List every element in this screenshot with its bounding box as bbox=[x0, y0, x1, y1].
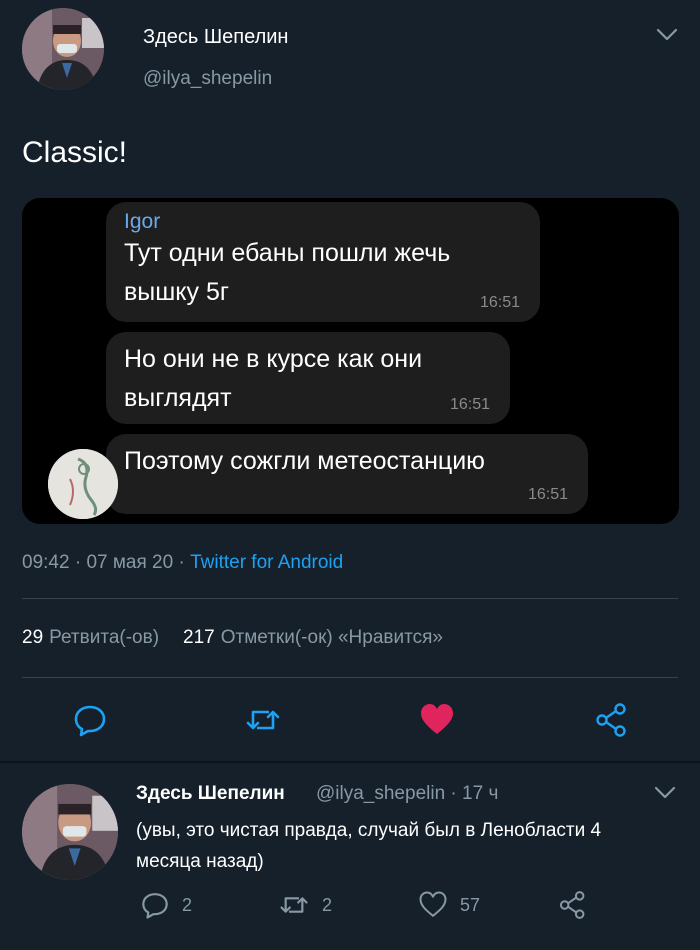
reply-like-button[interactable]: 57 bbox=[418, 890, 480, 920]
chat-line: вышку 5г bbox=[124, 278, 229, 306]
chat-line: Но они не в курсе как они bbox=[124, 345, 423, 373]
chat-bubble-2: Но они не в курсе как они выглядят 16:51 bbox=[106, 332, 510, 424]
reply-retweet-count: 2 bbox=[322, 894, 333, 915]
reply-icon bbox=[142, 893, 168, 919]
chat-time: 16:51 bbox=[449, 396, 490, 413]
retweets-count[interactable]: 29 bbox=[22, 627, 43, 648]
reply-text: (увы, это чистая правда, случай был в Ле… bbox=[136, 820, 602, 872]
divider bbox=[22, 598, 678, 599]
retweets-label[interactable]: Ретвита(-ов) bbox=[49, 627, 159, 648]
tweet-media-image[interactable]: Igor Тут одни ебаны пошли жечь вышку 5г … bbox=[22, 198, 679, 524]
chat-bubble-3: Поэтому сожгли метеостанцию 16:51 bbox=[106, 434, 588, 514]
reply-retweet-button[interactable]: 2 bbox=[278, 890, 332, 920]
chat-avatar bbox=[48, 449, 118, 519]
retweet-icon[interactable] bbox=[245, 702, 281, 738]
share-icon[interactable] bbox=[594, 702, 630, 738]
chat-line: Тут одни ебаны пошли жечь bbox=[124, 239, 451, 267]
reply-reply-button[interactable]: 2 bbox=[140, 890, 192, 920]
tweet-date: 07 мая 20 bbox=[86, 552, 174, 573]
chevron-down-icon[interactable] bbox=[656, 28, 678, 42]
share-icon bbox=[559, 891, 585, 919]
reply-author-name[interactable]: Здесь Шепелин bbox=[136, 783, 285, 805]
reply-author-avatar[interactable] bbox=[22, 784, 118, 880]
likes-label[interactable]: Отметки(-ок) «Нравится» bbox=[221, 627, 443, 648]
chat-sender: Igor bbox=[124, 210, 161, 233]
tweet-text: Classic! bbox=[22, 136, 128, 169]
tweet-source-link[interactable]: Twitter for Android bbox=[190, 552, 343, 573]
chat-time: 16:51 bbox=[527, 486, 568, 503]
chat-line: выглядят bbox=[124, 384, 232, 412]
author-avatar[interactable] bbox=[22, 8, 104, 90]
like-icon[interactable] bbox=[419, 702, 455, 738]
chat-time: 16:51 bbox=[479, 294, 520, 311]
chat-line: Поэтому сожгли метеостанцию bbox=[124, 447, 485, 475]
tweet-time: 09:42 bbox=[22, 552, 70, 573]
heart-outline-icon bbox=[419, 891, 447, 917]
author-name[interactable]: Здесь Шепелин bbox=[143, 26, 288, 49]
reply-icon[interactable] bbox=[72, 702, 108, 738]
tweet-stats: 29 Ретвита(-ов) 217 Отметки(-ок) «Нравится» bbox=[22, 627, 443, 649]
chevron-down-icon[interactable] bbox=[654, 786, 676, 800]
divider bbox=[22, 677, 678, 678]
tweet-meta: 09:42 · 07 мая 20 · Twitter for Android bbox=[22, 552, 344, 573]
reply-share-button[interactable] bbox=[558, 890, 588, 920]
chat-bubble-1: Igor Тут одни ебаны пошли жечь вышку 5г … bbox=[106, 202, 540, 322]
reply-like-count: 57 bbox=[460, 894, 481, 915]
reply-count: 2 bbox=[182, 894, 193, 915]
retweet-icon bbox=[280, 897, 308, 913]
section-divider bbox=[0, 761, 700, 763]
likes-count[interactable]: 217 bbox=[183, 627, 215, 648]
reply-author-meta[interactable]: @ilya_shepelin · 17 ч bbox=[316, 783, 498, 805]
author-handle[interactable]: @ilya_shepelin bbox=[143, 68, 272, 90]
